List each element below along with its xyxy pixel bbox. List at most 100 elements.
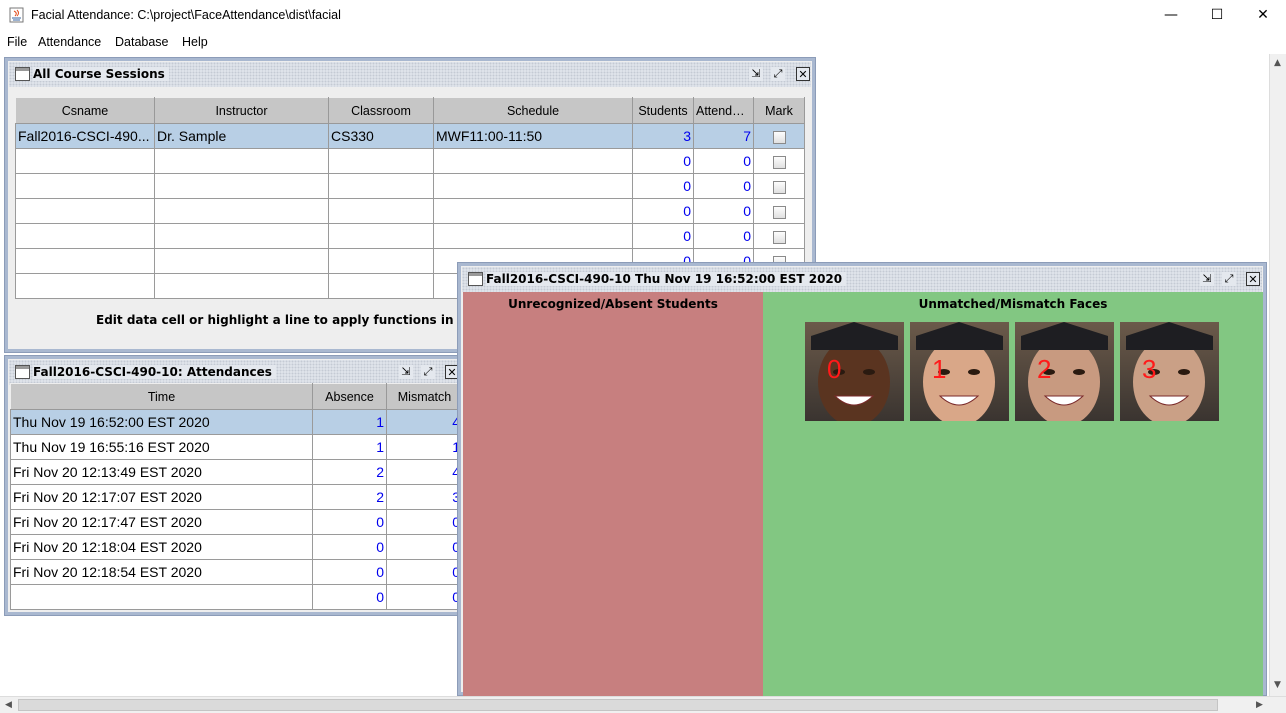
scroll-right-icon[interactable]: ▶: [1256, 700, 1263, 710]
cell-mark[interactable]: [753, 173, 805, 199]
scroll-down-icon[interactable]: ▼: [1274, 680, 1281, 690]
table-row[interactable]: 00: [15, 148, 805, 174]
col-csname[interactable]: Csname: [15, 97, 155, 124]
cell-absence[interactable]: 2: [312, 459, 387, 485]
face-thumbnail[interactable]: 2: [1015, 322, 1114, 421]
table-row[interactable]: 00: [15, 223, 805, 249]
cell-schedule[interactable]: [433, 198, 633, 224]
col-classroom[interactable]: Classroom: [328, 97, 434, 124]
cell-classroom[interactable]: [328, 223, 434, 249]
col-students[interactable]: Students: [632, 97, 694, 124]
cell-schedule[interactable]: [433, 223, 633, 249]
cell-instructor[interactable]: [154, 198, 329, 224]
col-time[interactable]: Time: [10, 383, 313, 410]
cell-classroom[interactable]: [328, 173, 434, 199]
iconify-icon[interactable]: ⇲: [1200, 272, 1214, 286]
menu-file[interactable]: File: [7, 35, 27, 49]
menu-help[interactable]: Help: [182, 35, 208, 49]
menu-database[interactable]: Database: [115, 35, 169, 49]
scroll-thumb[interactable]: [18, 699, 1218, 711]
face-thumbnail[interactable]: 3: [1120, 322, 1219, 421]
cell-absence[interactable]: 1: [312, 409, 387, 435]
table-row[interactable]: Fri Nov 20 12:17:47 EST 202000: [10, 509, 463, 535]
maximize-icon[interactable]: ⤢: [421, 365, 435, 379]
cell-instructor[interactable]: [154, 273, 329, 299]
face-thumbnail[interactable]: 0: [805, 322, 904, 421]
cell-csname[interactable]: [15, 248, 155, 274]
cell-mark[interactable]: [753, 198, 805, 224]
table-row[interactable]: Thu Nov 19 16:52:00 EST 202014: [10, 409, 463, 435]
cell-attendances[interactable]: 0: [693, 173, 754, 199]
cell-attendances[interactable]: 0: [693, 148, 754, 174]
cell-classroom[interactable]: [328, 198, 434, 224]
cell-absence[interactable]: 0: [312, 584, 387, 610]
cell-mismatch[interactable]: 1: [386, 434, 463, 460]
cell-mark[interactable]: [753, 148, 805, 174]
cell-instructor[interactable]: [154, 148, 329, 174]
maximize-icon[interactable]: ⤢: [1222, 272, 1236, 286]
cell-time[interactable]: Fri Nov 20 12:17:07 EST 2020: [10, 484, 313, 510]
iconify-icon[interactable]: ⇲: [399, 365, 413, 379]
cell-mismatch[interactable]: 4: [386, 459, 463, 485]
mark-checkbox[interactable]: [772, 230, 786, 244]
table-row[interactable]: Fri Nov 20 12:17:07 EST 202023: [10, 484, 463, 510]
cell-classroom[interactable]: [328, 248, 434, 274]
menu-attendance[interactable]: Attendance: [38, 35, 101, 49]
col-instructor[interactable]: Instructor: [154, 97, 329, 124]
face-thumbnail[interactable]: 1: [910, 322, 1009, 421]
cell-attendances[interactable]: 0: [693, 198, 754, 224]
cell-absence[interactable]: 0: [312, 509, 387, 535]
col-schedule[interactable]: Schedule: [433, 97, 633, 124]
cell-csname[interactable]: Fall2016-CSCI-490...: [15, 123, 155, 149]
col-mismatch[interactable]: Mismatch: [386, 383, 463, 410]
cell-students[interactable]: 3: [632, 123, 694, 149]
cell-mismatch[interactable]: 0: [386, 509, 463, 535]
cell-mismatch[interactable]: 0: [386, 534, 463, 560]
table-row[interactable]: Fri Nov 20 12:18:54 EST 202000: [10, 559, 463, 585]
iconify-icon[interactable]: ⇲: [749, 67, 763, 81]
frame-titlebar[interactable]: Fall2016-CSCI-490-10: Attendances ⇲ ⤢ ✕: [9, 360, 461, 385]
cell-instructor[interactable]: [154, 248, 329, 274]
mark-checkbox[interactable]: [772, 205, 786, 219]
cell-instructor[interactable]: [154, 223, 329, 249]
cell-instructor[interactable]: [154, 173, 329, 199]
cell-mismatch[interactable]: 4: [386, 409, 463, 435]
cell-mark[interactable]: [753, 223, 805, 249]
cell-csname[interactable]: [15, 223, 155, 249]
cell-classroom[interactable]: CS330: [328, 123, 434, 149]
table-row[interactable]: Fri Nov 20 12:18:04 EST 202000: [10, 534, 463, 560]
cell-csname[interactable]: [15, 148, 155, 174]
cell-time[interactable]: Thu Nov 19 16:52:00 EST 2020: [10, 409, 313, 435]
scroll-up-icon[interactable]: ▲: [1274, 58, 1281, 68]
cell-time[interactable]: [10, 584, 313, 610]
cell-csname[interactable]: [15, 173, 155, 199]
cell-mismatch[interactable]: 0: [386, 584, 463, 610]
mark-checkbox[interactable]: [772, 155, 786, 169]
cell-mark[interactable]: [753, 123, 805, 149]
cell-csname[interactable]: [15, 273, 155, 299]
cell-absence[interactable]: 1: [312, 434, 387, 460]
cell-schedule[interactable]: MWF11:00-11:50: [433, 123, 633, 149]
cell-attendances[interactable]: 7: [693, 123, 754, 149]
cell-time[interactable]: Fri Nov 20 12:18:54 EST 2020: [10, 559, 313, 585]
cell-mismatch[interactable]: 3: [386, 484, 463, 510]
scroll-left-icon[interactable]: ◀: [5, 700, 12, 710]
cell-students[interactable]: 0: [632, 148, 694, 174]
close-icon[interactable]: ✕: [796, 67, 810, 81]
cell-students[interactable]: 0: [632, 198, 694, 224]
horizontal-scrollbar[interactable]: ◀ ▶: [0, 696, 1286, 713]
table-row[interactable]: 00: [15, 173, 805, 199]
col-mark[interactable]: Mark: [753, 97, 805, 124]
close-button[interactable]: ✕: [1240, 0, 1286, 31]
cell-classroom[interactable]: [328, 148, 434, 174]
cell-mismatch[interactable]: 0: [386, 559, 463, 585]
table-row[interactable]: Thu Nov 19 16:55:16 EST 202011: [10, 434, 463, 460]
cell-absence[interactable]: 0: [312, 559, 387, 585]
cell-schedule[interactable]: [433, 173, 633, 199]
table-row[interactable]: Fall2016-CSCI-490... Dr. Sample CS330 MWF11…: [15, 123, 805, 149]
table-row[interactable]: 00: [10, 584, 463, 610]
cell-students[interactable]: 0: [632, 173, 694, 199]
cell-time[interactable]: Fri Nov 20 12:13:49 EST 2020: [10, 459, 313, 485]
minimize-button[interactable]: —: [1148, 0, 1194, 31]
cell-time[interactable]: Thu Nov 19 16:55:16 EST 2020: [10, 434, 313, 460]
